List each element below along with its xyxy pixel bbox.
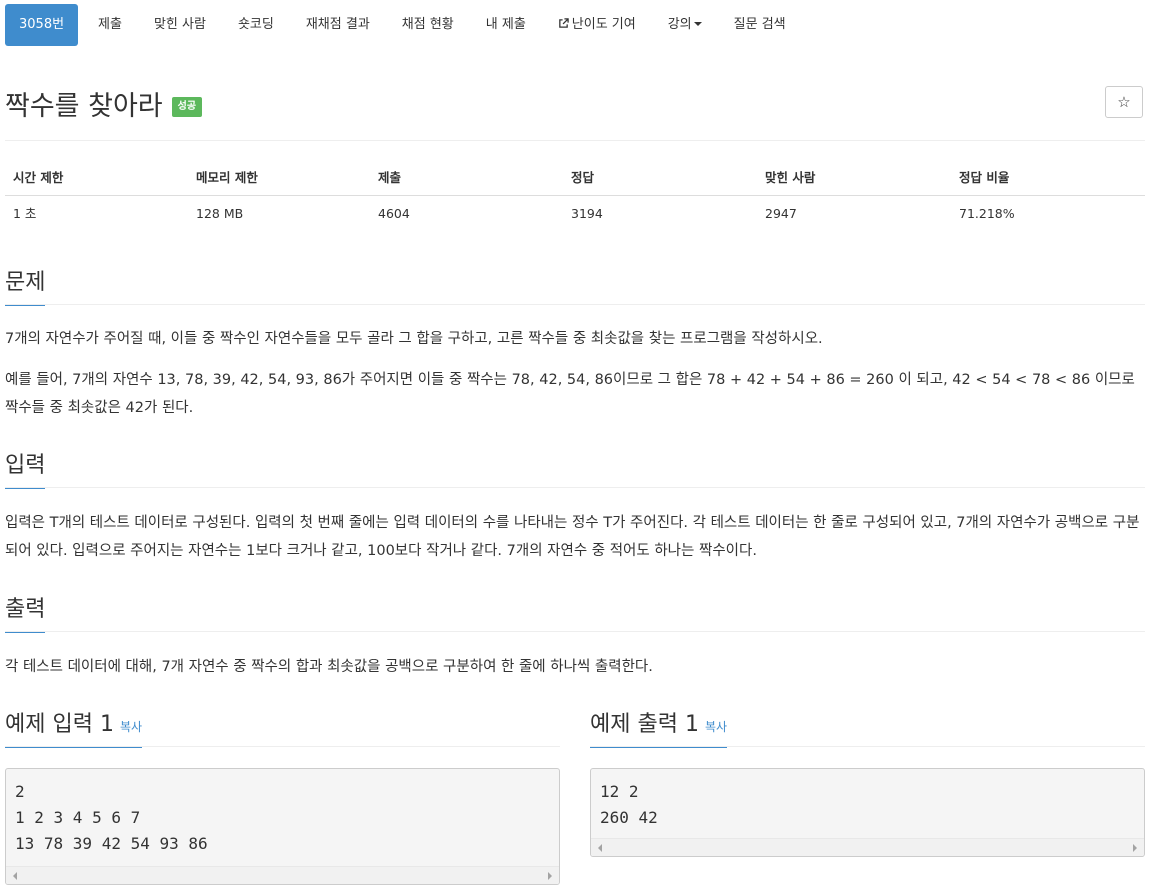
header-memory-limit: 메모리 제한	[196, 170, 258, 185]
scroll-right-icon[interactable]	[1133, 844, 1137, 852]
value-submissions: 4604	[378, 206, 410, 221]
section-divider	[5, 746, 560, 747]
scroll-right-icon[interactable]	[548, 872, 552, 880]
sample-output-header: 예제 출력 1 복사	[590, 706, 1145, 748]
nav-tab-solved-users[interactable]: 맞힌 사람	[154, 4, 206, 46]
nav-tab-rejudge-results[interactable]: 재채점 결과	[306, 4, 370, 46]
value-accepted: 3194	[571, 206, 603, 221]
nav-tab-lectures-label: 강의	[667, 17, 692, 32]
section-divider	[5, 631, 1145, 632]
output-description: 각 테스트 데이터에 대해, 7개 자연수 중 짝수의 합과 최솟값을 공백으로…	[5, 659, 653, 675]
table-header-row: 시간 제한 메모리 제한 제출 정답 맞힌 사람 정답 비율	[5, 160, 1145, 196]
nav-tab-difficulty-contribution[interactable]: 난이도 기여	[558, 4, 636, 46]
nav-tab-question-search[interactable]: 질문 검색	[734, 4, 786, 46]
problem-description-1: 7개의 자연수가 주어질 때, 이들 중 짝수인 자연수들을 모두 골라 그 합…	[5, 331, 823, 347]
caret-down-icon	[693, 22, 702, 26]
title-divider	[5, 140, 1145, 141]
problem-description-2: 예를 들어, 7개의 자연수 13, 78, 39, 42, 54, 93, 8…	[5, 372, 1135, 416]
section-divider	[5, 304, 1145, 305]
output-section-header: 출력	[5, 591, 1145, 633]
problem-nav: 3058번 제출 맞힌 사람 숏코딩 재채점 결과 채점 현황 내 제출 난이도…	[5, 4, 786, 46]
problem-title-row: 짝수를 찾아라 성공	[5, 84, 203, 123]
nav-tab-problem[interactable]: 3058번	[5, 4, 79, 46]
nav-tab-short-coding[interactable]: 숏코딩	[238, 4, 274, 46]
header-solved-users: 맞힌 사람	[765, 170, 816, 185]
sample-output-text: 12 2 260 42	[600, 782, 658, 827]
section-divider	[5, 487, 1145, 488]
input-description: 입력은 T개의 테스트 데이터로 구성된다. 입력의 첫 번째 줄에는 입력 데…	[5, 515, 1140, 559]
sample-input-box: 2 1 2 3 4 5 6 7 13 78 39 42 54 93 86	[5, 768, 560, 885]
header-time-limit: 시간 제한	[13, 170, 64, 185]
sample-output-title-text: 예제 출력 1	[590, 712, 699, 737]
nav-tab-my-submissions[interactable]: 내 제출	[486, 4, 526, 46]
section-title-output: 출력	[5, 591, 46, 633]
horizontal-scrollbar[interactable]	[6, 866, 559, 884]
header-submissions: 제출	[378, 170, 402, 185]
star-icon: ☆	[1117, 93, 1131, 111]
scroll-left-icon[interactable]	[13, 872, 17, 880]
problem-info-table: 시간 제한 메모리 제한 제출 정답 맞힌 사람 정답 비율 1 초 128 M…	[5, 160, 1145, 232]
sample-input-title: 예제 입력 1 복사	[5, 706, 143, 748]
sample-output-title: 예제 출력 1 복사	[590, 706, 728, 748]
value-memory-limit: 128 MB	[196, 206, 244, 221]
sample-input-header: 예제 입력 1 복사	[5, 706, 560, 748]
nav-tab-lectures[interactable]: 강의	[668, 4, 702, 46]
nav-tab-difficulty-label: 난이도 기여	[571, 17, 636, 32]
section-title-input: 입력	[5, 447, 46, 489]
header-accepted: 정답	[571, 170, 595, 185]
problem-section-header: 문제	[5, 264, 1145, 306]
sample-input-title-text: 예제 입력 1	[5, 712, 114, 737]
horizontal-scrollbar[interactable]	[591, 838, 1144, 856]
favorite-button[interactable]: ☆	[1105, 86, 1143, 118]
sample-output-box: 12 2 260 42	[590, 768, 1145, 857]
value-time-limit: 1 초	[13, 206, 37, 221]
scroll-left-icon[interactable]	[598, 844, 602, 852]
section-divider	[590, 746, 1145, 747]
copy-sample-input-link[interactable]: 복사	[120, 720, 142, 734]
value-accept-ratio: 71.218%	[959, 206, 1015, 221]
status-badge: 성공	[171, 96, 203, 117]
table-row: 1 초 128 MB 4604 3194 2947 71.218%	[5, 196, 1145, 232]
header-accept-ratio: 정답 비율	[959, 170, 1010, 185]
sample-input-text: 2 1 2 3 4 5 6 7 13 78 39 42 54 93 86	[15, 782, 208, 853]
value-solved-users: 2947	[765, 206, 797, 221]
external-link-icon	[558, 18, 569, 28]
input-section-header: 입력	[5, 447, 1145, 489]
copy-sample-output-link[interactable]: 복사	[705, 720, 727, 734]
page-title: 짝수를 찾아라	[5, 91, 163, 122]
section-title-problem: 문제	[5, 264, 46, 306]
nav-tab-submit[interactable]: 제출	[98, 4, 122, 46]
nav-tab-judge-status[interactable]: 채점 현황	[402, 4, 454, 46]
